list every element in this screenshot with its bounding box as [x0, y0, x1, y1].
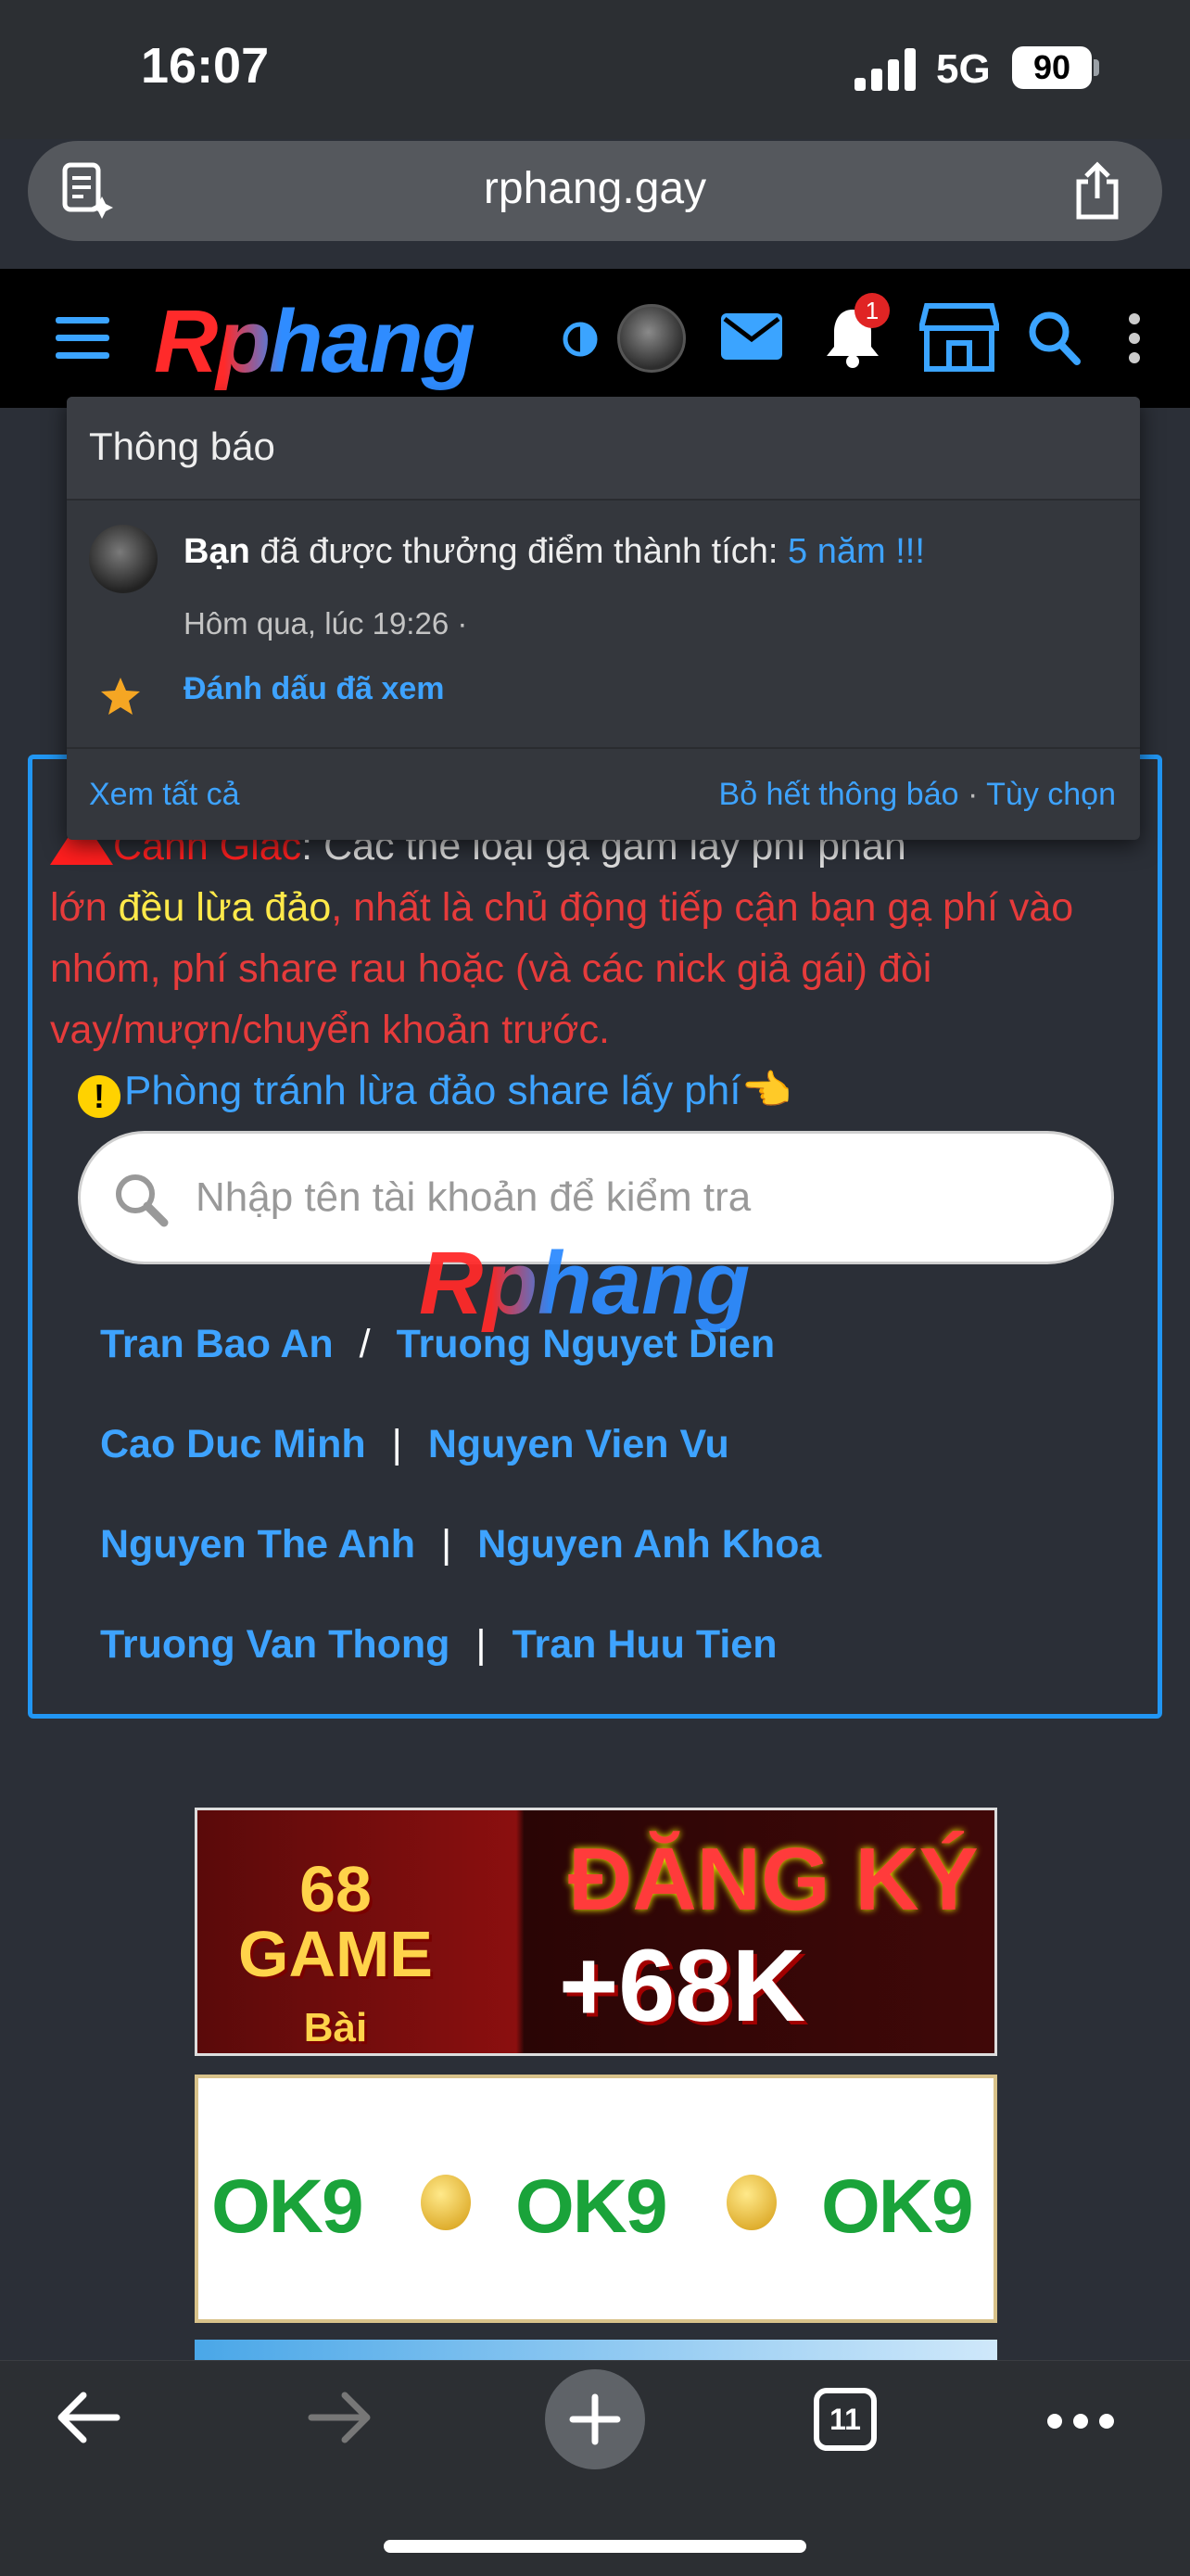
back-arrow-icon[interactable]	[56, 2392, 120, 2443]
ad-banner-ok9[interactable]: OK9 OK9 OK9	[195, 2075, 997, 2323]
more-horizontal-icon[interactable]	[1047, 2414, 1114, 2429]
prevent-scam-link[interactable]: Phòng tránh lừa đảo share lấy phí👈	[124, 1066, 791, 1114]
notification-title: Thông báo	[89, 425, 275, 468]
warning-text-2: lớn	[50, 885, 119, 930]
separator: /	[359, 1322, 371, 1366]
separator: |	[441, 1522, 452, 1567]
name-link[interactable]: Truong Van Thong	[100, 1622, 449, 1667]
status-time: 16:07	[141, 38, 270, 94]
footer-actions: Bỏ hết thông báo · Tùy chọn	[719, 777, 1116, 813]
name-link[interactable]: Truong Nguyet Dien	[397, 1322, 776, 1366]
names-row-3: Nguyen The Anh | Nguyen Anh Khoa	[100, 1522, 821, 1567]
user-avatar[interactable]	[617, 304, 686, 373]
warning-highlight: đều lừa đảo	[118, 885, 332, 930]
warning-text: Cảnh Giác: Các thể loại gạ gẫm lấy phí p…	[50, 816, 1097, 1060]
notification-message[interactable]: Bạn đã được thưởng điểm thành tích: 5 nă…	[184, 532, 925, 572]
notification-avatar[interactable]	[89, 525, 158, 593]
notification-header: Thông báo	[67, 397, 1140, 501]
ad-banner-68gamebai[interactable]: 68 GAME Bài ĐĂNG KÝ +68K	[195, 1808, 997, 2056]
separator: |	[391, 1422, 402, 1466]
coin-icon	[727, 2175, 777, 2230]
menu-icon[interactable]	[56, 317, 109, 360]
site-logo[interactable]: Rphang	[154, 291, 475, 393]
new-tab-button[interactable]	[545, 2369, 645, 2469]
name-link[interactable]: Nguyen Anh Khoa	[477, 1522, 821, 1567]
separator: |	[475, 1622, 487, 1667]
ad1-bonus-text: +68K	[559, 1929, 806, 2043]
home-indicator	[384, 2540, 806, 2553]
exclamation-icon: !	[78, 1075, 120, 1118]
more-vertical-icon[interactable]	[1127, 311, 1142, 365]
notification-link[interactable]: 5 năm !!!	[788, 532, 925, 571]
notification-text: đã được thưởng điểm thành tích:	[249, 532, 789, 571]
share-icon[interactable]	[1071, 161, 1123, 221]
notification-time: Hôm qua, lúc 19:26 ·	[184, 606, 468, 641]
name-link[interactable]: Nguyen The Anh	[100, 1522, 415, 1567]
theme-toggle-icon[interactable]	[562, 321, 599, 358]
status-bar: 16:07 5G 90	[0, 0, 1190, 139]
ad1-left-line-3: Bài	[303, 2005, 368, 2050]
ad1-left-line-2: GAME	[238, 1918, 433, 1990]
forward-arrow-icon[interactable]	[308, 2392, 373, 2443]
name-link[interactable]: Nguyen Vien Vu	[428, 1422, 729, 1466]
names-row-2: Cao Duc Minh | Nguyen Vien Vu	[100, 1422, 729, 1467]
coin-icon	[421, 2175, 471, 2230]
search-placeholder: Nhập tên tài khoản để kiểm tra	[196, 1174, 752, 1220]
ad1-left-line-1: 68	[299, 1853, 372, 1925]
ok9-logo: OK9	[821, 2164, 974, 2249]
search-icon[interactable]	[1027, 310, 1081, 365]
names-row-4: Truong Van Thong | Tran Huu Tien	[100, 1622, 777, 1668]
notification-footer: Xem tất cả Bỏ hết thông báo · Tùy chọn	[67, 747, 1140, 842]
ad-banner-partial[interactable]	[195, 2340, 997, 2362]
tab-switcher-button[interactable]: 11	[814, 2388, 877, 2451]
notification-dropdown: Thông báo Bạn đã được thưởng điểm thành …	[67, 397, 1140, 840]
battery-icon: 90	[1012, 46, 1092, 89]
dismiss-all-link[interactable]: Bỏ hết thông báo	[719, 777, 959, 812]
ad1-register-text: ĐĂNG KÝ	[568, 1830, 979, 1929]
star-icon	[101, 678, 140, 715]
ad1-left-text: 68 GAME Bài	[238, 1857, 433, 2053]
mail-icon[interactable]	[721, 313, 782, 360]
url-text[interactable]: rphang.gay	[28, 163, 1162, 214]
names-row-1: Tran Bao An / Truong Nguyet Dien	[100, 1322, 775, 1367]
store-icon[interactable]	[919, 302, 999, 373]
view-all-link[interactable]: Xem tất cả	[89, 777, 240, 813]
name-link[interactable]: Tran Bao An	[100, 1322, 334, 1366]
network-type: 5G	[936, 46, 991, 92]
ok9-logo: OK9	[515, 2164, 668, 2249]
watermark-logo: Rphang	[419, 1234, 751, 1333]
options-link[interactable]: Tùy chọn	[986, 777, 1116, 812]
name-link[interactable]: Cao Duc Minh	[100, 1422, 366, 1466]
notification-badge: 1	[855, 293, 890, 328]
battery-tip	[1094, 59, 1099, 76]
site-header: Rphang 1	[0, 269, 1190, 408]
address-bar[interactable]: rphang.gay	[28, 141, 1162, 241]
footer-separator: ·	[958, 777, 987, 812]
signal-icon	[855, 48, 918, 91]
ok9-logo: OK9	[211, 2164, 364, 2249]
notification-actor: Bạn	[184, 532, 250, 571]
mark-read-link[interactable]: Đánh dấu đã xem	[184, 671, 445, 707]
plus-icon	[569, 2393, 621, 2445]
search-input-icon	[116, 1174, 169, 1227]
name-link[interactable]: Tran Huu Tien	[513, 1622, 778, 1667]
